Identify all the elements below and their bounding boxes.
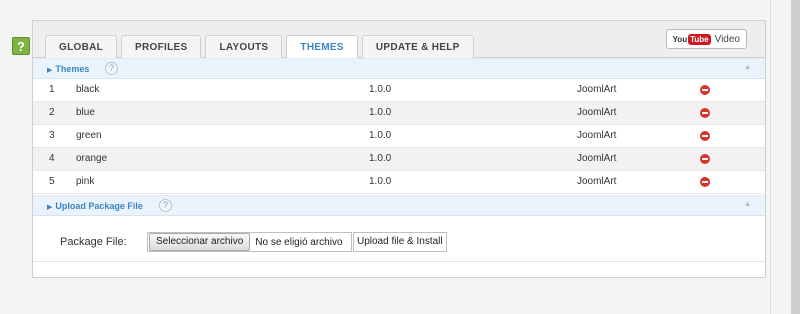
row-index: 5 [49, 176, 55, 187]
theme-name: pink [76, 176, 95, 187]
help-question-icon[interactable]: ? [12, 37, 30, 55]
theme-name: blue [76, 107, 95, 118]
table-row: 2 blue 1.0.0 JoomlArt [33, 102, 765, 125]
upload-help-icon[interactable]: ? [159, 199, 172, 212]
tab-profiles[interactable]: PROFILES [121, 35, 202, 58]
video-button[interactable]: You Tube Video [665, 29, 747, 49]
upload-section-title: ▶ Upload Package File [47, 201, 143, 211]
collapse-arrow-icon[interactable]: ▲ [744, 201, 751, 208]
video-button-label: Video [714, 33, 740, 45]
upload-form: Package File: Seleccionar archivo No se … [33, 224, 765, 262]
row-index: 3 [49, 130, 55, 141]
themes-section-title: ▶ Themes [47, 64, 90, 74]
tab-bar: GLOBAL PROFILES LAYOUTS THEMES UPDATE & … [45, 35, 478, 59]
themes-help-icon[interactable]: ? [105, 62, 118, 75]
upload-section-header[interactable]: ▶ Upload Package File ? ▲ [33, 195, 765, 216]
tab-themes[interactable]: THEMES [286, 35, 358, 59]
theme-author: JoomlArt [577, 107, 617, 118]
tab-layouts[interactable]: LAYOUTS [205, 35, 283, 58]
delete-circle-icon[interactable] [700, 85, 710, 95]
theme-version: 1.0.0 [369, 130, 392, 141]
collapse-arrow-icon[interactable]: ▲ [744, 64, 751, 71]
table-row: 5 pink 1.0.0 JoomlArt [33, 171, 765, 194]
theme-author: JoomlArt [577, 84, 617, 95]
template-manager-panel: GLOBAL PROFILES LAYOUTS THEMES UPDATE & … [32, 20, 766, 278]
choose-file-button[interactable]: Seleccionar archivo [149, 233, 251, 251]
package-file-label: Package File: [60, 236, 127, 248]
themes-section-header[interactable]: ▶ Themes ? ▲ [33, 58, 765, 79]
theme-name: green [76, 130, 102, 141]
table-row: 4 orange 1.0.0 JoomlArt [33, 148, 765, 171]
file-status-text: No se eligió archivo [255, 236, 343, 248]
youtube-logo-icon: You Tube [672, 33, 711, 45]
delete-circle-icon[interactable] [700, 177, 710, 187]
row-index: 2 [49, 107, 55, 118]
tab-global[interactable]: GLOBAL [45, 35, 118, 58]
theme-name: orange [76, 153, 108, 164]
delete-circle-icon[interactable] [700, 154, 710, 164]
table-row: 1 black 1.0.0 JoomlArt [33, 79, 765, 102]
theme-version: 1.0.0 [369, 176, 392, 187]
right-scroll-rail [770, 0, 800, 314]
tab-update-help[interactable]: UPDATE & HELP [361, 35, 474, 58]
theme-name: black [76, 84, 100, 95]
theme-version: 1.0.0 [369, 84, 392, 95]
row-index: 4 [49, 153, 55, 164]
theme-version: 1.0.0 [369, 107, 392, 118]
theme-version: 1.0.0 [369, 153, 392, 164]
theme-author: JoomlArt [577, 153, 617, 164]
table-row: 3 green 1.0.0 JoomlArt [33, 125, 765, 148]
delete-circle-icon[interactable] [700, 108, 710, 118]
theme-author: JoomlArt [577, 176, 617, 187]
section-arrow-icon: ▶ [47, 67, 53, 74]
upload-install-button[interactable]: Upload file & Install [353, 232, 447, 252]
tab-header: GLOBAL PROFILES LAYOUTS THEMES UPDATE & … [33, 21, 765, 59]
delete-circle-icon[interactable] [700, 131, 710, 141]
section-arrow-icon: ▶ [47, 204, 53, 211]
package-file-input[interactable]: Seleccionar archivo No se eligió archivo [147, 232, 352, 252]
theme-author: JoomlArt [577, 130, 617, 141]
row-index: 1 [49, 84, 55, 95]
scrollbar[interactable] [791, 0, 800, 314]
